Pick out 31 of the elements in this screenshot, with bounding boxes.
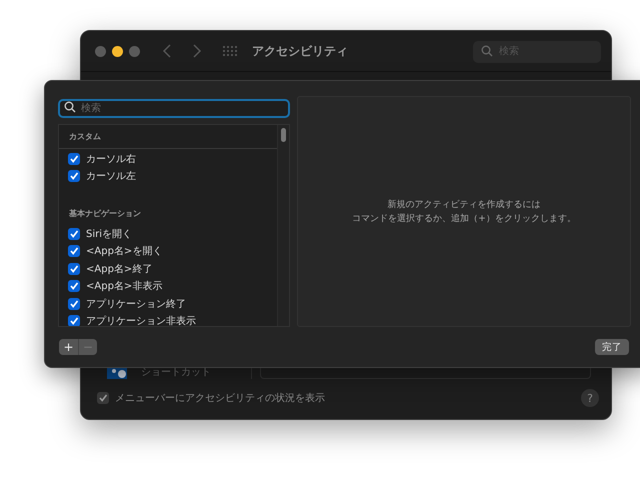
window-title: アクセシビリティ bbox=[252, 42, 348, 60]
command-label[interactable]: <App名>を開く bbox=[86, 244, 162, 258]
empty-message: 新規のアクティビティを作成するには コマンドを選択するか、追加（+）をクリックします。 bbox=[352, 198, 576, 226]
search-field[interactable]: 検索 bbox=[58, 99, 290, 118]
close-button[interactable] bbox=[95, 46, 106, 56]
section-header: カスタム bbox=[59, 125, 277, 149]
command-label[interactable]: カーソル右 bbox=[86, 152, 136, 166]
minimize-button[interactable] bbox=[112, 46, 123, 56]
checkbox[interactable] bbox=[68, 315, 80, 326]
checkbox[interactable] bbox=[68, 245, 80, 258]
checkbox[interactable] bbox=[68, 298, 80, 310]
accessibility-icon bbox=[107, 367, 127, 379]
checkbox-label: メニューバーにアクセシビリティの状況を表示 bbox=[115, 392, 325, 405]
scroll-thumb[interactable] bbox=[281, 128, 286, 142]
help-button[interactable]: ? bbox=[581, 389, 599, 407]
checkbox[interactable] bbox=[68, 280, 80, 292]
command-label[interactable]: カーソル左 bbox=[86, 169, 136, 184]
checkbox[interactable] bbox=[68, 152, 80, 165]
checkbox[interactable] bbox=[68, 170, 80, 182]
checkbox[interactable] bbox=[68, 262, 80, 275]
checkbox[interactable] bbox=[68, 228, 80, 240]
command-label[interactable]: <App名>終了 bbox=[86, 262, 152, 276]
command-label[interactable]: アプリケーション終了 bbox=[86, 296, 186, 311]
add-button[interactable]: + bbox=[59, 339, 78, 355]
checkbox[interactable] bbox=[97, 392, 109, 404]
done-button[interactable]: 完了 bbox=[595, 339, 629, 355]
section-header: 基本ナビゲーション bbox=[68, 208, 142, 220]
command-label[interactable]: Siriを開く bbox=[86, 226, 132, 241]
command-label[interactable]: アプリケーション非表示 bbox=[86, 314, 196, 326]
zoom-button[interactable] bbox=[129, 46, 140, 56]
command-label[interactable]: <App名>非表示 bbox=[86, 279, 162, 294]
